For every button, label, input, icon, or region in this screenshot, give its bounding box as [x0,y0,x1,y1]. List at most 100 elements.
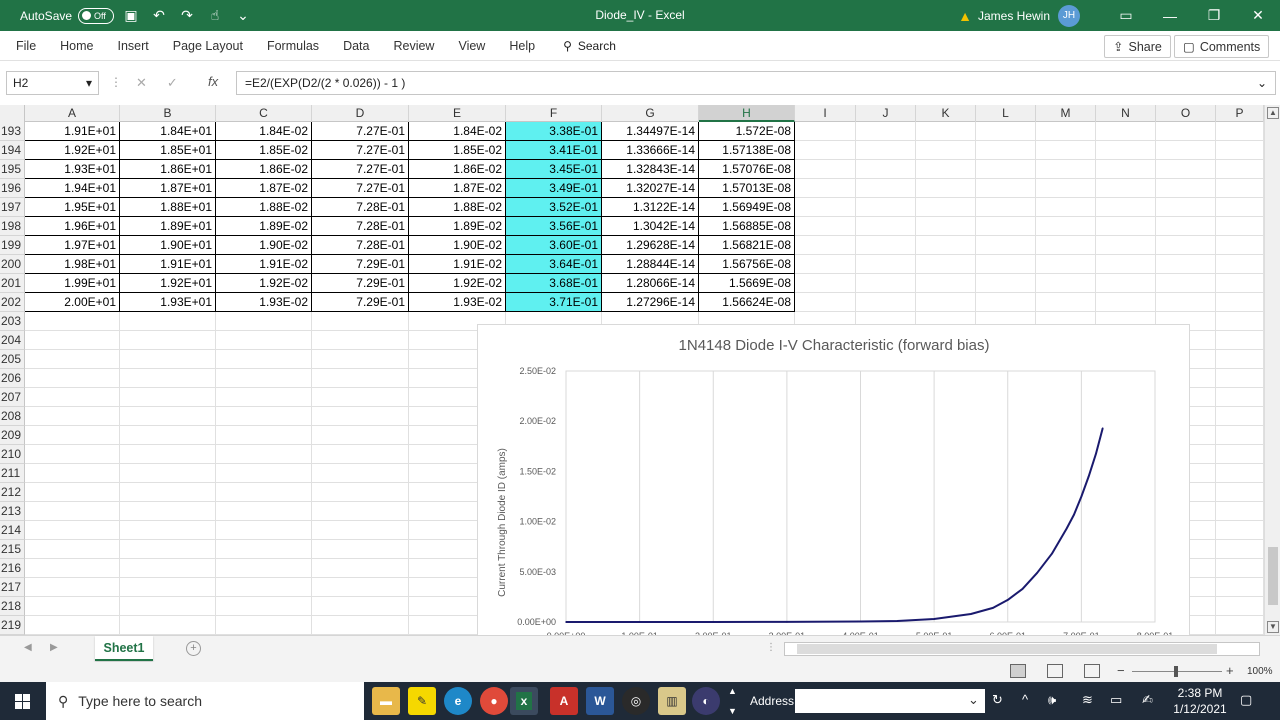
cell-c210[interactable] [216,445,312,464]
cell-e197[interactable]: 1.88E-02 [409,198,506,217]
cell-i194[interactable] [795,141,856,160]
cell-b207[interactable] [120,388,216,407]
cell-b202[interactable]: 1.93E+01 [120,293,216,312]
cell-d193[interactable]: 7.27E-01 [312,122,409,141]
cell-b194[interactable]: 1.85E+01 [120,141,216,160]
cell-d201[interactable]: 7.29E-01 [312,274,409,293]
cell-e194[interactable]: 1.85E-02 [409,141,506,160]
share-button[interactable]: ⇪ Share [1104,35,1171,58]
row-header[interactable]: 204 [0,331,25,350]
tab-split-icon[interactable]: ⋮ [766,642,776,653]
cell-a215[interactable] [25,540,120,559]
redo-icon[interactable]: ↷ [176,6,198,26]
chrome-icon[interactable]: ● [480,687,508,715]
column-header-e[interactable]: E [409,105,506,122]
search-tab[interactable]: ⚲ Search [563,39,616,53]
column-header-g[interactable]: G [602,105,699,122]
cell-c216[interactable] [216,559,312,578]
name-box[interactable]: H2 ▾ [6,71,99,95]
column-header-f[interactable]: F [506,105,602,122]
cell-c215[interactable] [216,540,312,559]
cell-d210[interactable] [312,445,409,464]
avatar[interactable]: JH [1058,4,1080,27]
cell-d207[interactable] [312,388,409,407]
cell-o194[interactable] [1156,141,1216,160]
cell-k199[interactable] [916,236,976,255]
row-header[interactable]: 201 [0,274,25,293]
vertical-scrollbar[interactable]: ▲ ▼ [1264,105,1280,635]
tab-insert[interactable]: Insert [106,39,161,53]
cell-j202[interactable] [856,293,916,312]
cell-b198[interactable]: 1.89E+01 [120,217,216,236]
row-header[interactable]: 195 [0,160,25,179]
column-header-k[interactable]: K [916,105,976,122]
cell-m193[interactable] [1036,122,1096,141]
cell-n193[interactable] [1096,122,1156,141]
sheet-tab-sheet1[interactable]: Sheet1 [95,636,153,661]
cell-i197[interactable] [795,198,856,217]
cell-a219[interactable] [25,616,120,635]
cell-o198[interactable] [1156,217,1216,236]
cell-a201[interactable]: 1.99E+01 [25,274,120,293]
cell-a206[interactable] [25,369,120,388]
add-sheet-icon[interactable]: + [186,641,201,656]
column-header-p[interactable]: P [1216,105,1264,122]
cell-k200[interactable] [916,255,976,274]
cell-d199[interactable]: 7.28E-01 [312,236,409,255]
cell-d219[interactable] [312,616,409,635]
app-icon[interactable]: ◎ [622,687,650,715]
cell-p199[interactable] [1216,236,1264,255]
cell-h193[interactable]: 1.572E-08 [699,122,795,141]
cell-b212[interactable] [120,483,216,502]
cell-c206[interactable] [216,369,312,388]
cell-a193[interactable]: 1.91E+01 [25,122,120,141]
cell-n196[interactable] [1096,179,1156,198]
cell-p214[interactable] [1216,521,1264,540]
cell-d214[interactable] [312,521,409,540]
cell-b200[interactable]: 1.91E+01 [120,255,216,274]
sticky-notes-icon[interactable]: ✎ [408,687,436,715]
column-header-m[interactable]: M [1036,105,1096,122]
cell-a211[interactable] [25,464,120,483]
column-header-l[interactable]: L [976,105,1036,122]
cell-g201[interactable]: 1.28066E-14 [602,274,699,293]
cell-b214[interactable] [120,521,216,540]
cell-n202[interactable] [1096,293,1156,312]
cell-c197[interactable]: 1.88E-02 [216,198,312,217]
cell-f201[interactable]: 3.68E-01 [506,274,602,293]
scroll-up-icon[interactable]: ▲ [1267,107,1279,119]
cell-p205[interactable] [1216,350,1264,369]
graph-app-icon[interactable]: ▥ [658,687,686,715]
cell-d209[interactable] [312,426,409,445]
cell-b208[interactable] [120,407,216,426]
cell-b197[interactable]: 1.88E+01 [120,198,216,217]
row-header[interactable]: 207 [0,388,25,407]
cell-c203[interactable] [216,312,312,331]
warning-icon[interactable]: ▲ [958,8,972,24]
row-header[interactable]: 213 [0,502,25,521]
cell-o202[interactable] [1156,293,1216,312]
cell-c207[interactable] [216,388,312,407]
row-header[interactable]: 212 [0,483,25,502]
cell-n194[interactable] [1096,141,1156,160]
cell-p211[interactable] [1216,464,1264,483]
cell-j198[interactable] [856,217,916,236]
row-header[interactable]: 198 [0,217,25,236]
row-header[interactable]: 214 [0,521,25,540]
cell-c212[interactable] [216,483,312,502]
cell-k193[interactable] [916,122,976,141]
cell-a198[interactable]: 1.96E+01 [25,217,120,236]
cell-m198[interactable] [1036,217,1096,236]
autosave-toggle[interactable]: Off [78,7,115,24]
tray-chevron-icon[interactable]: ^ [1022,692,1028,707]
chart[interactable]: 0.00E+001.00E-012.00E-013.00E-014.00E-01… [477,324,1190,644]
cell-k202[interactable] [916,293,976,312]
address-input[interactable] [795,689,985,713]
cell-l193[interactable] [976,122,1036,141]
column-header-h[interactable]: H [699,105,795,122]
cell-f197[interactable]: 3.52E-01 [506,198,602,217]
cell-p216[interactable] [1216,559,1264,578]
cell-p204[interactable] [1216,331,1264,350]
zoom-level[interactable]: 100% [1247,666,1273,677]
row-header[interactable]: 197 [0,198,25,217]
